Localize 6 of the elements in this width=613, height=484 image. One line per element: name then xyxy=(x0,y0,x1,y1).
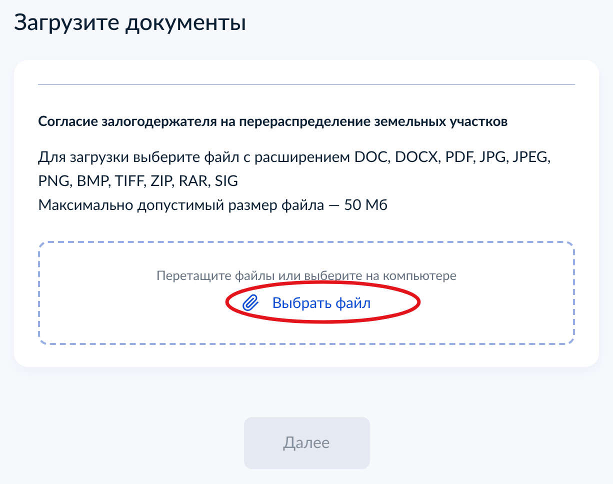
paperclip-icon xyxy=(242,294,260,312)
page-title: Загрузите документы xyxy=(14,6,248,36)
drop-hint: Перетащите файлы или выберите на компьютере xyxy=(156,266,457,284)
drop-zone[interactable]: Перетащите файлы или выберите на компьютере Выбрать файл xyxy=(38,241,575,345)
document-name: Согласие залогодержателя на перераспределение земельных участков xyxy=(38,111,509,131)
file-requirements: Для загрузки выберите файл с расширением DOC, DOCX, PDF, JPG, JPEG, PNG, BMP, TIFF, ZIP, RAR, SIG Максимально допустимый размер файла — 50 Мб xyxy=(38,147,552,216)
